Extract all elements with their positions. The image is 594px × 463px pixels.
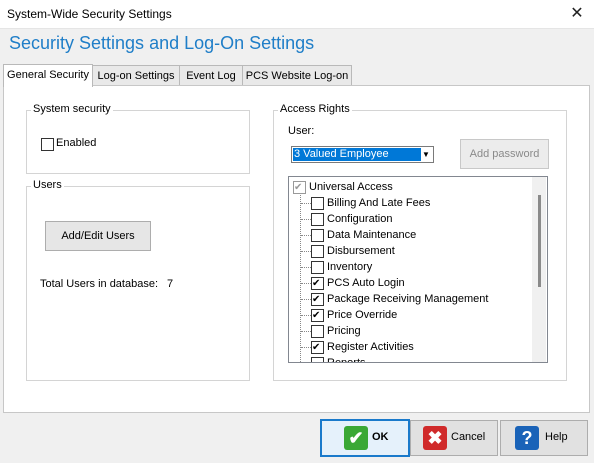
tree-item-label: Universal Access [309, 181, 393, 193]
check-icon: ✔ [344, 426, 368, 450]
tree-item-label: Disbursement [327, 245, 395, 257]
user-label: User: [288, 125, 315, 137]
enabled-label: Enabled [56, 137, 97, 149]
x-icon: ✖ [423, 426, 447, 450]
tree-connector [301, 331, 311, 332]
cancel-button[interactable]: ✖ Cancel [410, 420, 498, 456]
item-checkbox[interactable] [311, 308, 324, 324]
ok-label: OK [372, 431, 389, 443]
item-checkbox[interactable] [311, 261, 324, 274]
tree-item-label: Billing And Late Fees [327, 197, 431, 209]
tree-scrollbar[interactable] [532, 177, 546, 362]
user-selected-value: 3 Valued Employee [293, 148, 421, 161]
tree-connector [301, 283, 311, 284]
item-checkbox[interactable] [311, 325, 324, 338]
question-icon: ? [515, 426, 539, 450]
tree-item-label: Inventory [327, 261, 373, 273]
tree-item-label: PCS Auto Login [327, 277, 405, 289]
access-rights-tree[interactable]: Universal Access Billing And Late Fees C… [288, 176, 548, 363]
tree-connector [301, 299, 311, 300]
tree-item-label: Data Maintenance [327, 229, 417, 241]
tab-general-security[interactable]: General Security [3, 64, 93, 87]
users-group: Users Add/Edit Users Total Users in data… [26, 179, 250, 381]
title-bar: System-Wide Security Settings ✕ [0, 0, 594, 29]
system-security-legend: System security [31, 103, 113, 115]
tree-connector [301, 267, 311, 268]
item-checkbox[interactable] [311, 340, 324, 356]
item-checkbox[interactable] [311, 292, 324, 308]
item-checkbox[interactable] [311, 197, 324, 210]
scrollbar-thumb[interactable] [538, 195, 541, 287]
system-security-group: System security Enabled [26, 103, 250, 174]
window-title: System-Wide Security Settings [7, 7, 172, 21]
tab-event-log[interactable]: Event Log [179, 65, 243, 86]
tree-item-label: Pricing [327, 325, 361, 337]
general-security-panel: System security Enabled Users Add/Edit U… [3, 85, 590, 413]
tree-connector [301, 219, 311, 220]
help-button[interactable]: ? Help [500, 420, 588, 456]
tree-connector [301, 235, 311, 236]
add-edit-users-button[interactable]: Add/Edit Users [45, 221, 151, 251]
access-rights-legend: Access Rights [278, 103, 352, 115]
tree-connector [301, 251, 311, 252]
item-checkbox[interactable] [311, 276, 324, 292]
item-checkbox[interactable] [311, 213, 324, 226]
tree-item-label: Configuration [327, 213, 393, 225]
close-icon[interactable]: ✕ [566, 3, 588, 25]
tree-connector [301, 315, 311, 316]
tree-item-label: Register Activities [327, 341, 414, 353]
help-label: Help [545, 431, 568, 443]
tree-connector [301, 203, 311, 204]
tree-item-label: Reports [327, 357, 366, 363]
ok-button[interactable]: ✔ OK [320, 419, 410, 457]
total-users-value: 7 [167, 278, 174, 290]
tree-item-label: Price Override [327, 309, 398, 321]
add-password-button[interactable]: Add password [460, 139, 549, 169]
item-checkbox[interactable] [311, 357, 324, 362]
access-rights-group: Access Rights User: 3 Valued Employee ▼ … [273, 103, 567, 381]
page-title: Security Settings and Log-On Settings [9, 33, 315, 53]
tree-connector [301, 347, 311, 348]
enabled-checkbox[interactable] [41, 138, 54, 151]
universal-access-checkbox[interactable] [293, 180, 306, 196]
cancel-label: Cancel [451, 431, 486, 443]
users-legend: Users [31, 179, 64, 191]
item-checkbox[interactable] [311, 229, 324, 242]
tab-logon-settings[interactable]: Log-on Settings [92, 65, 180, 86]
user-select[interactable]: 3 Valued Employee ▼ [291, 146, 434, 163]
tab-pcs-website-logon[interactable]: PCS Website Log-on [242, 65, 352, 86]
item-checkbox[interactable] [311, 245, 324, 258]
tree-item-label: Package Receiving Management [327, 293, 489, 305]
chevron-down-icon[interactable]: ▼ [420, 148, 432, 161]
total-users-label: Total Users in database: [40, 278, 159, 290]
